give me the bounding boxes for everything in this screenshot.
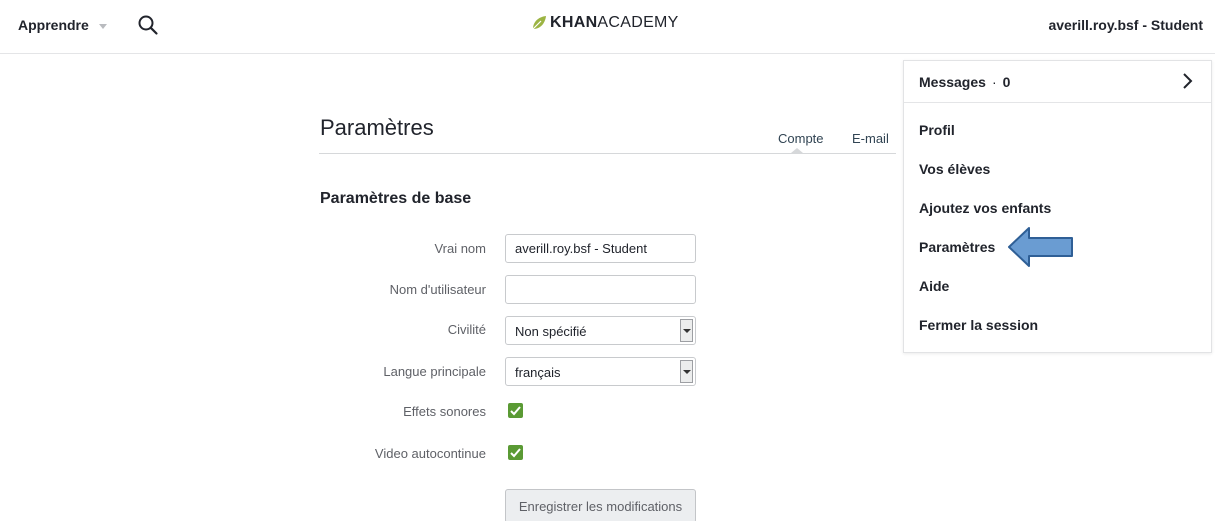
menu-item-help[interactable]: Aide xyxy=(919,278,949,294)
khan-academy-logo[interactable]: KHANACADEMY xyxy=(531,12,679,34)
menu-item-students[interactable]: Vos élèves xyxy=(919,161,990,177)
checkmark-icon xyxy=(510,448,521,458)
logo-text: KHANACADEMY xyxy=(550,14,679,31)
username-input[interactable] xyxy=(505,275,696,304)
tabs-divider xyxy=(319,153,896,154)
checkmark-icon xyxy=(510,406,521,416)
search-icon xyxy=(138,15,158,35)
dropdown-arrow-icon xyxy=(680,360,693,383)
tab-email[interactable]: E-mail xyxy=(852,131,889,146)
civility-select[interactable]: Non spécifié xyxy=(505,316,696,345)
video-autoplay-checkbox[interactable] xyxy=(508,445,523,460)
tab-account[interactable]: Compte xyxy=(778,131,824,146)
learn-menu-label: Apprendre xyxy=(18,17,89,33)
username-label: Nom d'utilisateur xyxy=(389,282,486,297)
dropdown-arrow-icon xyxy=(680,319,693,342)
messages-label: Messages xyxy=(919,73,986,90)
real-name-input[interactable] xyxy=(505,234,696,263)
messages-count: 0 xyxy=(1002,73,1011,90)
civility-value: Non spécifié xyxy=(515,324,587,339)
language-value: français xyxy=(515,365,561,380)
real-name-label: Vrai nom xyxy=(434,241,486,256)
sound-effects-checkbox[interactable] xyxy=(508,403,523,418)
save-changes-button[interactable]: Enregistrer les modifications xyxy=(505,489,696,521)
menu-item-settings[interactable]: Paramètres xyxy=(919,239,995,255)
khan-leaf-icon xyxy=(532,16,546,30)
messages-separator: · xyxy=(991,73,997,90)
section-title: Paramètres de base xyxy=(320,190,472,207)
chevron-right-icon xyxy=(1183,73,1193,89)
page-title: Paramètres xyxy=(320,115,434,140)
messages-menu-item[interactable]: Messages · 0 xyxy=(904,61,1211,103)
menu-item-profile[interactable]: Profil xyxy=(919,122,955,138)
menu-item-logout[interactable]: Fermer la session xyxy=(919,317,1038,333)
learn-menu[interactable]: Apprendre xyxy=(18,17,107,33)
user-dropdown-menu: Messages · 0 Profil Vos élèves Ajoutez v… xyxy=(903,60,1212,353)
language-select[interactable]: français xyxy=(505,357,696,386)
top-header: Apprendre KHANACADEMY averill.roy.bsf - … xyxy=(0,0,1215,54)
menu-item-add-children[interactable]: Ajoutez vos enfants xyxy=(919,200,1051,216)
left-arrow-annotation xyxy=(1008,227,1073,267)
user-menu[interactable]: averill.roy.bsf - Student xyxy=(1048,17,1203,33)
sound-effects-label: Effets sonores xyxy=(403,404,486,419)
active-tab-indicator xyxy=(791,148,803,153)
video-autoplay-label: Video autocontinue xyxy=(374,446,486,461)
search-button[interactable] xyxy=(137,14,159,36)
caret-down-icon xyxy=(98,23,107,29)
civility-label: Civilité xyxy=(447,322,486,337)
language-label: Langue principale xyxy=(383,364,486,379)
